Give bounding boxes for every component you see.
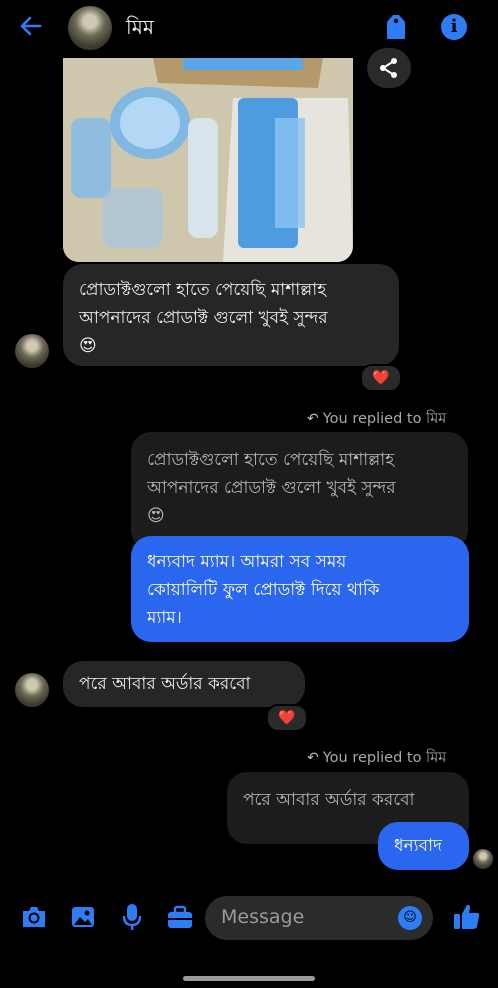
seen-avatar xyxy=(473,849,493,869)
reply-indicator: ↶ You replied to মিম xyxy=(307,408,446,432)
thumbs-up-icon xyxy=(454,904,480,929)
back-button[interactable] xyxy=(18,13,50,43)
emoji-icon[interactable]: ☺ xyxy=(398,906,422,930)
briefcase-icon xyxy=(168,905,192,928)
quoted-emoji: 😍 xyxy=(147,506,165,526)
message-line: কোয়ালিটি ফুল প্রোডাক্ট দিয়ে থাকি xyxy=(147,580,380,600)
contact-avatar-small[interactable] xyxy=(15,673,49,707)
message-text: পরে আবার অর্ডার করবো xyxy=(79,674,251,694)
quoted-message[interactable]: প্রোডাক্টগুলো হাতে পেয়েছি মাশাল্লাহ আপন… xyxy=(131,432,468,550)
reply-arrow-icon: ↶ xyxy=(307,750,319,766)
like-button[interactable] xyxy=(452,902,482,936)
quoted-line: আপনাদের প্রোডাক্ট গুলো খুবই সুন্দর xyxy=(147,478,396,498)
home-indicator[interactable] xyxy=(183,976,315,981)
heart-reaction[interactable]: ❤️ xyxy=(360,364,402,392)
message-text: ধন্যবাদ xyxy=(394,836,442,856)
message-input-placeholder: Message xyxy=(221,906,305,928)
quoted-text: পরে আবার অর্ডার করবো xyxy=(243,790,415,810)
heart-reaction[interactable]: ❤️ xyxy=(266,704,308,732)
outgoing-message[interactable]: ধন্যবাদ xyxy=(378,822,469,870)
reply-indicator-text: You replied to মিম xyxy=(322,750,447,766)
message-line: আপনাদের প্রোডাক্ট গুলো খুবই সুন্দর xyxy=(79,308,328,328)
arrow-left-icon xyxy=(20,16,42,36)
gallery-button[interactable] xyxy=(70,904,96,934)
outgoing-message[interactable]: ধন্যবাদ ম্যাম। আমরা সব সময় কোয়ালিটি ফু… xyxy=(131,536,469,642)
info-icon[interactable]: i xyxy=(441,14,467,40)
share-button[interactable] xyxy=(367,48,411,88)
quoted-line: প্রোডাক্টগুলো হাতে পেয়েছি মাশাল্লাহ xyxy=(147,450,395,470)
chat-header: মিম i xyxy=(0,0,498,56)
reply-indicator: ↶ You replied to মিম xyxy=(307,747,446,771)
share-icon xyxy=(380,58,397,78)
microphone-icon xyxy=(122,904,142,930)
incoming-message[interactable]: প্রোডাক্টগুলো হাতে পেয়েছি মাশাল্লাহ আপন… xyxy=(63,264,399,366)
camera-icon xyxy=(23,907,45,927)
contact-avatar[interactable] xyxy=(68,6,112,50)
message-emoji: 😍 xyxy=(79,336,97,356)
reply-indicator-text: You replied to মিম xyxy=(322,411,447,427)
tag-button[interactable] xyxy=(384,12,408,42)
incoming-message[interactable]: পরে আবার অর্ডার করবো xyxy=(63,661,305,707)
microphone-button[interactable] xyxy=(120,902,144,936)
contact-name[interactable]: মিম xyxy=(126,13,154,46)
shared-photo[interactable] xyxy=(63,58,353,262)
camera-button[interactable] xyxy=(20,904,48,934)
gallery-icon xyxy=(72,907,94,927)
contact-avatar-small[interactable] xyxy=(15,334,49,368)
message-line: প্রোডাক্টগুলো হাতে পেয়েছি মাশাল্লাহ xyxy=(79,280,327,300)
message-line: ম্যাম। xyxy=(147,608,182,628)
message-line: ধন্যবাদ ম্যাম। আমরা সব সময় xyxy=(147,552,347,572)
briefcase-button[interactable] xyxy=(166,904,194,934)
product-photo-image xyxy=(63,58,353,262)
tag-icon xyxy=(387,15,405,39)
reply-arrow-icon: ↶ xyxy=(307,411,319,427)
